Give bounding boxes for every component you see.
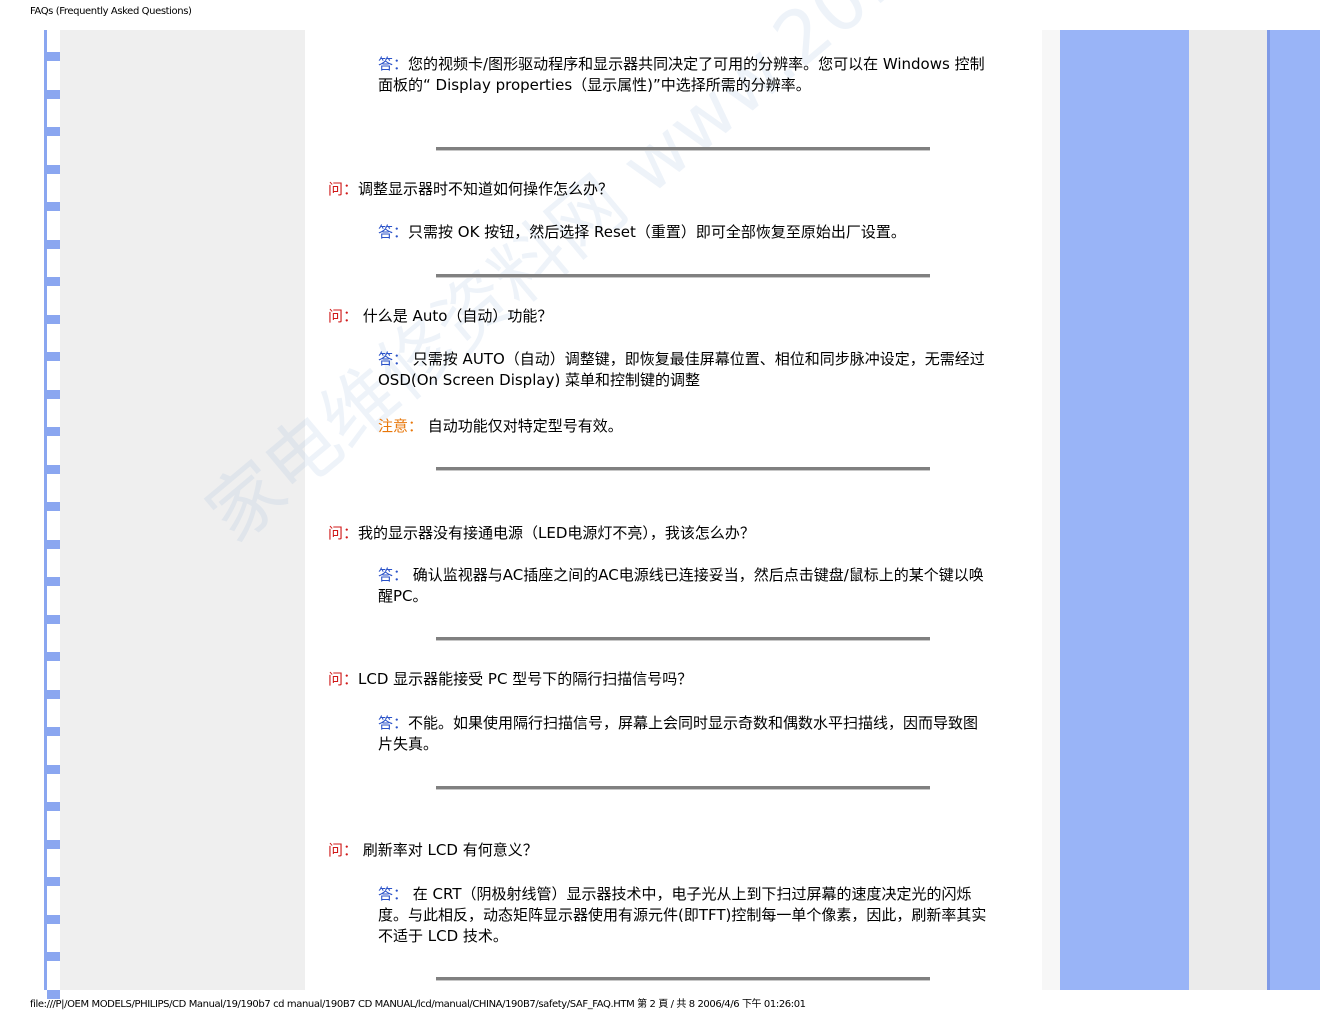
question-text: 我的显示器没有接通电源（LED电源灯不亮），我该怎么办？ bbox=[358, 524, 755, 542]
strip-tick bbox=[47, 652, 60, 661]
strip-tick bbox=[47, 764, 60, 774]
divider bbox=[436, 147, 930, 151]
answer-text: 只需按 AUTO（自动）调整键，即恢复最佳屏幕位置、相位和同步脉冲设定，无需经过… bbox=[378, 350, 985, 389]
answer-4: 答：不能。如果使用隔行扫描信号，屏幕上会同时显示奇数和偶数水平扫描线，因而导致图… bbox=[378, 713, 988, 755]
strip-tick bbox=[47, 277, 60, 286]
question-label: 问： bbox=[328, 841, 359, 859]
strip-tick bbox=[47, 427, 60, 436]
question-text: 什么是 Auto（自动）功能？ bbox=[358, 307, 553, 325]
answer-text: 确认监视器与AC插座之间的AC电源线已连接妥当，然后点击键盘/鼠标上的某个键以唤… bbox=[378, 566, 984, 605]
question-5: 问： 刷新率对 LCD 有何意义？ bbox=[328, 839, 538, 860]
answer-label: 答： bbox=[378, 223, 409, 241]
page-footer: file:///P|/OEM MODELS/PHILIPS/CD Manual/… bbox=[30, 999, 806, 1010]
right-gray-column bbox=[1189, 30, 1267, 990]
strip-tick bbox=[47, 877, 60, 886]
page-header: FAQs (Frequently Asked Questions) bbox=[30, 6, 192, 17]
strip-tick bbox=[47, 689, 60, 699]
right-gray-edge bbox=[1042, 30, 1060, 990]
strip-tick bbox=[47, 389, 60, 399]
question-label: 问： bbox=[328, 670, 359, 688]
question-text: 刷新率对 LCD 有何意义？ bbox=[358, 841, 538, 859]
strip-tick bbox=[47, 352, 60, 361]
answer-text: 只需按 OK 按钮，然后选择 Reset（重置）即可全部恢复至原始出厂设置。 bbox=[408, 223, 906, 241]
strip-tick bbox=[47, 52, 60, 61]
strip-tick bbox=[47, 914, 60, 924]
answer-label: 答： bbox=[378, 714, 409, 732]
answer-text: 在 CRT（阴极射线管）显示器技术中，电子光从上到下扫过屏幕的速度决定光的闪烁度… bbox=[378, 885, 987, 945]
question-4: 问：LCD 显示器能接受 PC 型号下的隔行扫描信号吗？ bbox=[328, 668, 692, 689]
answer-3: 答： 确认监视器与AC插座之间的AC电源线已连接妥当，然后点击键盘/鼠标上的某个… bbox=[378, 565, 988, 607]
answer-label: 答： bbox=[378, 885, 409, 903]
divider bbox=[436, 637, 930, 641]
question-label: 问： bbox=[328, 307, 359, 325]
right-blue-column bbox=[1060, 30, 1189, 990]
question-text: LCD 显示器能接受 PC 型号下的隔行扫描信号吗？ bbox=[358, 670, 693, 688]
right-blue-edge bbox=[1270, 30, 1320, 990]
strip-tick bbox=[47, 727, 60, 736]
answer-text: 不能。如果使用隔行扫描信号，屏幕上会同时显示奇数和偶数水平扫描线，因而导致图片失… bbox=[378, 714, 979, 753]
divider bbox=[436, 467, 930, 471]
strip-tick bbox=[47, 464, 60, 474]
answer-label: 答： bbox=[378, 55, 409, 73]
note-label: 注意： bbox=[378, 417, 424, 435]
answer-text: 您的视频卡/图形驱动程序和显示器共同决定了可用的分辨率。您可以在 Windows… bbox=[378, 55, 985, 94]
answer-label: 答： bbox=[378, 350, 409, 368]
strip-tick bbox=[47, 614, 60, 624]
divider bbox=[436, 977, 930, 981]
left-gray-panel bbox=[60, 30, 305, 990]
question-text: 调整显示器时不知道如何操作怎么办？ bbox=[358, 180, 614, 198]
strip-tick bbox=[47, 802, 60, 811]
left-decor-strip bbox=[44, 30, 60, 999]
answer-5: 答： 在 CRT（阴极射线管）显示器技术中，电子光从上到下扫过屏幕的速度决定光的… bbox=[378, 884, 988, 947]
question-1: 问：调整显示器时不知道如何操作怎么办？ bbox=[328, 178, 613, 199]
strip-tick bbox=[47, 952, 60, 961]
strip-tick bbox=[47, 202, 60, 211]
note-2: 注意： 自动功能仅对特定型号有效。 bbox=[378, 416, 988, 437]
strip-tick bbox=[47, 89, 60, 99]
strip-tick bbox=[47, 164, 60, 174]
answer-label: 答： bbox=[378, 566, 409, 584]
strip-tick bbox=[47, 539, 60, 549]
question-label: 问： bbox=[328, 180, 359, 198]
strip-tick bbox=[47, 127, 60, 136]
strip-tick bbox=[47, 502, 60, 511]
divider bbox=[436, 786, 930, 790]
answer-0: 答：您的视频卡/图形驱动程序和显示器共同决定了可用的分辨率。您可以在 Windo… bbox=[378, 54, 988, 96]
answer-2: 答： 只需按 AUTO（自动）调整键，即恢复最佳屏幕位置、相位和同步脉冲设定，无… bbox=[378, 349, 988, 391]
question-2: 问： 什么是 Auto（自动）功能？ bbox=[328, 305, 552, 326]
note-text: 自动功能仅对特定型号有效。 bbox=[423, 417, 623, 435]
question-label: 问： bbox=[328, 524, 359, 542]
answer-1: 答：只需按 OK 按钮，然后选择 Reset（重置）即可全部恢复至原始出厂设置。 bbox=[378, 222, 988, 243]
strip-tick bbox=[47, 839, 60, 849]
question-3: 问：我的显示器没有接通电源（LED电源灯不亮），我该怎么办？ bbox=[328, 522, 755, 543]
strip-tick bbox=[47, 577, 60, 586]
divider bbox=[436, 274, 930, 278]
strip-tick bbox=[47, 239, 60, 249]
strip-tick bbox=[47, 314, 60, 324]
